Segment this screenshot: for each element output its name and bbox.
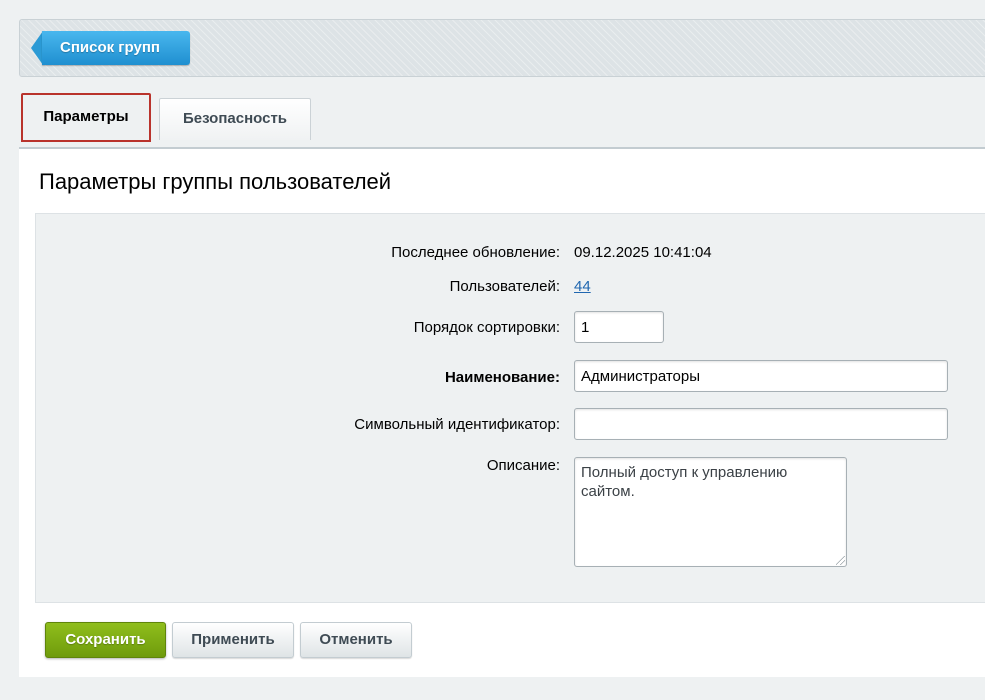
users-label: Пользователей: xyxy=(449,278,560,295)
main-panel: Параметры группы пользователей Последнее… xyxy=(19,147,985,677)
page-title: Параметры группы пользователей xyxy=(39,169,392,194)
tab-parameters[interactable]: Параметры xyxy=(21,93,151,142)
sort-label: Порядок сортировки: xyxy=(413,319,560,336)
name-input[interactable] xyxy=(574,360,948,392)
resize-grip-icon[interactable] xyxy=(836,556,845,565)
string-id-label: Символьный идентификатор: xyxy=(354,416,560,433)
users-count-link[interactable]: 44 xyxy=(574,278,591,295)
description-label: Описание: xyxy=(486,457,560,474)
cancel-button[interactable]: Отменить xyxy=(300,622,412,658)
top-toolbar: Список групп xyxy=(19,19,985,77)
back-button-label: Список групп xyxy=(42,31,190,65)
sort-order-input[interactable] xyxy=(574,311,664,343)
form-box: Последнее обновление: 09.12.2025 10:41:0… xyxy=(35,213,985,603)
last-update-value: 09.12.2025 10:41:04 xyxy=(574,244,712,261)
back-to-group-list-button[interactable]: Список групп xyxy=(31,31,190,65)
save-button[interactable]: Сохранить xyxy=(45,622,166,658)
tab-security[interactable]: Безопасность xyxy=(159,98,311,140)
last-update-label: Последнее обновление: xyxy=(391,244,560,261)
apply-button[interactable]: Применить xyxy=(172,622,294,658)
name-label: Наименование: xyxy=(444,369,560,386)
description-textarea[interactable]: Полный доступ к управлению сайтом. xyxy=(574,457,847,567)
string-id-input[interactable] xyxy=(574,408,948,440)
